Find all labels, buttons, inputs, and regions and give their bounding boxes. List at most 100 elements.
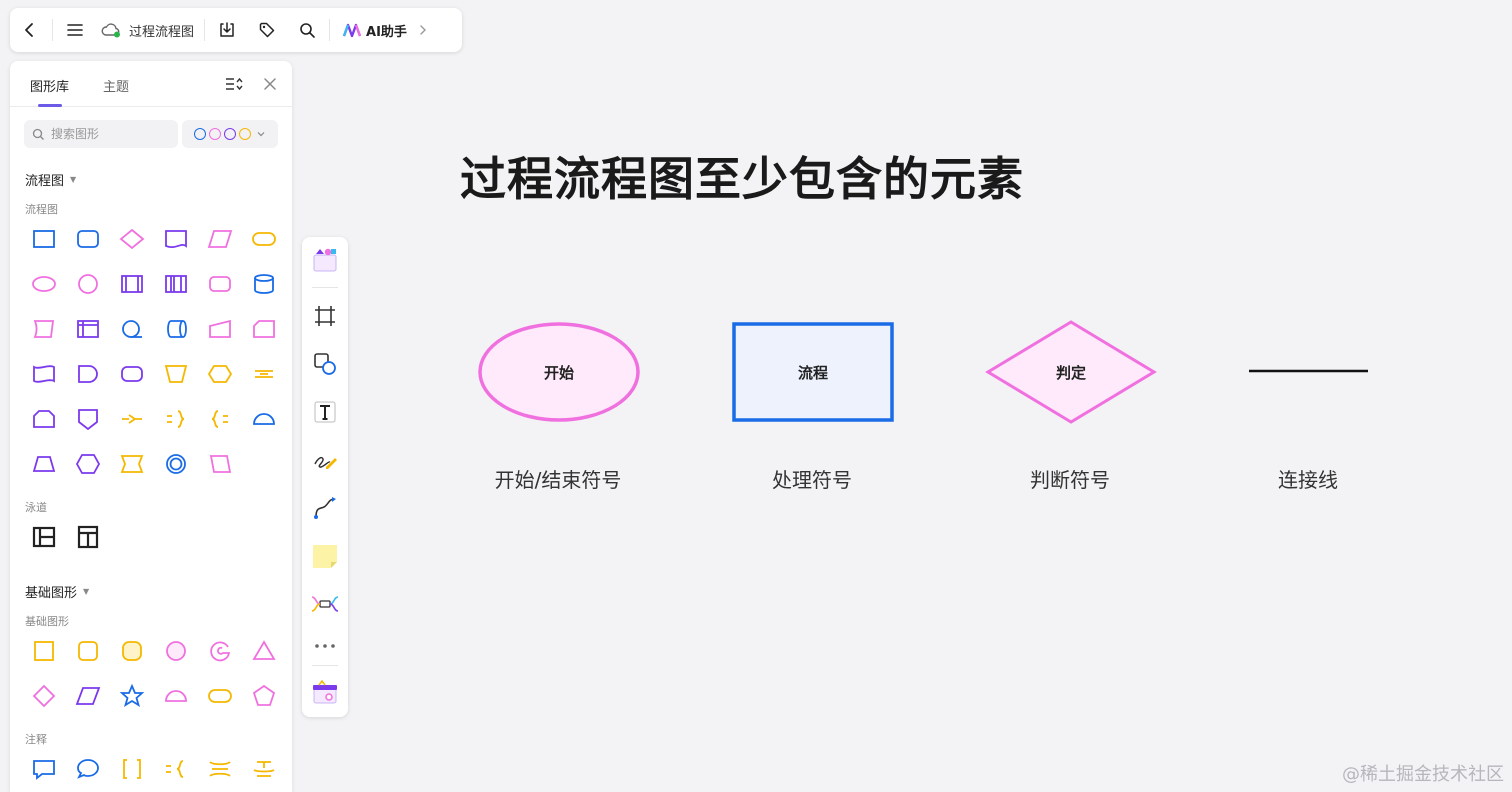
flowchart-shape-tape[interactable] bbox=[22, 351, 66, 396]
tab-theme[interactable]: 主题 bbox=[103, 76, 129, 95]
flowchart-shape-target-circle[interactable] bbox=[154, 441, 198, 486]
annotation-shape-speech-bubble-round[interactable] bbox=[66, 746, 110, 791]
basic-shape-capsule[interactable] bbox=[198, 673, 242, 718]
material-box-tool[interactable] bbox=[310, 677, 340, 707]
flowchart-shape-alternate-process[interactable] bbox=[198, 261, 242, 306]
start-end-caption[interactable]: 开始/结束符号 bbox=[478, 464, 638, 493]
flowchart-shape-delay[interactable] bbox=[66, 351, 110, 396]
flowchart-shape-half-circle[interactable] bbox=[242, 396, 286, 441]
color-theme-picker[interactable] bbox=[182, 120, 278, 148]
caret-down-icon: ▼ bbox=[70, 175, 77, 184]
decision-caption[interactable]: 判断符号 bbox=[990, 464, 1150, 493]
shape-search-input[interactable] bbox=[51, 127, 161, 141]
flowchart-shape-card[interactable] bbox=[242, 306, 286, 351]
basic-shape-triangle[interactable] bbox=[242, 628, 286, 673]
basic-shape-circle[interactable] bbox=[154, 628, 198, 673]
flowchart-shape-manual-input[interactable] bbox=[198, 306, 242, 351]
search-button[interactable] bbox=[287, 8, 327, 52]
basic-shape-square[interactable] bbox=[22, 628, 66, 673]
flowchart-shape-merge-arrow[interactable] bbox=[110, 396, 154, 441]
sticky-note-tool[interactable] bbox=[310, 541, 340, 571]
more-tools-button[interactable] bbox=[310, 631, 340, 661]
flowchart-shape-parallelogram[interactable] bbox=[198, 216, 242, 261]
flowchart-shape-bowtie[interactable] bbox=[110, 441, 154, 486]
basic-shape-diamond[interactable] bbox=[22, 673, 66, 718]
basic-shape-half-circle[interactable] bbox=[154, 673, 198, 718]
capsule-icon bbox=[208, 688, 232, 703]
text-tool[interactable] bbox=[310, 397, 340, 427]
frame-tool[interactable] bbox=[310, 301, 340, 331]
flowchart-shape-internal-storage[interactable] bbox=[66, 306, 110, 351]
parallelogram-icon bbox=[207, 229, 233, 248]
flowchart-shape-terminator[interactable] bbox=[242, 216, 286, 261]
basic-shape-parallelogram[interactable] bbox=[66, 673, 110, 718]
tab-shape-library[interactable]: 图形库 bbox=[30, 76, 69, 95]
subsection-swimlane: 泳道 bbox=[25, 501, 47, 514]
document-title[interactable]: 过程流程图 bbox=[95, 21, 202, 40]
cloud-saved-icon bbox=[101, 23, 120, 38]
flowchart-shape-display[interactable] bbox=[110, 351, 154, 396]
start-end-label[interactable]: 开始 bbox=[519, 362, 599, 383]
annotation-shape-speech-bubble-rect[interactable] bbox=[22, 746, 66, 791]
ai-assistant-button[interactable]: AI助手 bbox=[332, 21, 435, 40]
flowchart-shape-direct-data[interactable] bbox=[154, 306, 198, 351]
section-flowchart-header[interactable]: 流程图 ▼ bbox=[25, 170, 76, 189]
basic-shape-squircle[interactable] bbox=[110, 628, 154, 673]
pentagon-icon bbox=[252, 684, 276, 706]
flowchart-shape-manual-operation[interactable] bbox=[154, 351, 198, 396]
flowchart-shape-offpage-connector[interactable] bbox=[66, 396, 110, 441]
swimlane-shape-vertical-swimlane[interactable] bbox=[66, 514, 110, 559]
flowchart-shape-sequential-data[interactable] bbox=[110, 306, 154, 351]
flowchart-shape-annotation-lines[interactable] bbox=[242, 351, 286, 396]
tag-button[interactable] bbox=[247, 8, 287, 52]
flowchart-shape-document[interactable] bbox=[154, 216, 198, 261]
shape-tool[interactable] bbox=[310, 349, 340, 379]
process-caption[interactable]: 处理符号 bbox=[732, 464, 892, 493]
back-button[interactable] bbox=[10, 8, 50, 52]
canvas-title[interactable]: 过程流程图至少包含的元素 bbox=[460, 143, 1024, 209]
flowchart-shape-trapezoid[interactable] bbox=[22, 441, 66, 486]
flowchart-shape-skewed-rect[interactable] bbox=[198, 441, 242, 486]
flowchart-shape-loop-limit[interactable] bbox=[22, 396, 66, 441]
shape-search-box[interactable] bbox=[24, 120, 178, 148]
basic-shape-rounded-square[interactable] bbox=[66, 628, 110, 673]
decision-label[interactable]: 判定 bbox=[1031, 362, 1111, 383]
annotation-shape-brackets[interactable] bbox=[110, 746, 154, 791]
flowchart-shape-rounded-rectangle[interactable] bbox=[66, 216, 110, 261]
annotation-shape-bracket-lines[interactable] bbox=[198, 746, 242, 791]
connector-caption[interactable]: 连接线 bbox=[1228, 464, 1388, 493]
sticky-note-icon bbox=[313, 545, 337, 568]
section-basic-header[interactable]: 基础图形 ▼ bbox=[25, 582, 89, 601]
flowchart-shape-preparation[interactable] bbox=[198, 351, 242, 396]
flowchart-shape-predefined-process[interactable] bbox=[110, 261, 154, 306]
basic-shape-grid bbox=[22, 628, 286, 718]
flowchart-shape-diamond[interactable] bbox=[110, 216, 154, 261]
flowchart-shape-punched-tape[interactable] bbox=[22, 306, 66, 351]
flowchart-shape-brace-left[interactable] bbox=[198, 396, 242, 441]
process-label[interactable]: 流程 bbox=[773, 362, 853, 383]
flowchart-shape-hexagon[interactable] bbox=[66, 441, 110, 486]
connector-tool[interactable] bbox=[310, 493, 340, 523]
subsection-annotation: 注释 bbox=[25, 733, 47, 746]
flowchart-shape-multi-process[interactable] bbox=[154, 261, 198, 306]
flowchart-shape-brace-right[interactable] bbox=[154, 396, 198, 441]
mindmap-tool[interactable] bbox=[310, 589, 340, 619]
flowchart-shape-database[interactable] bbox=[242, 261, 286, 306]
annotation-shape-brace-annotation[interactable] bbox=[154, 746, 198, 791]
annotation-shape-callout-lines[interactable] bbox=[242, 746, 286, 791]
basic-shape-pentagon[interactable] bbox=[242, 673, 286, 718]
basic-shape-spiral[interactable] bbox=[198, 628, 242, 673]
basic-shape-star[interactable] bbox=[110, 673, 154, 718]
template-tool[interactable] bbox=[310, 245, 340, 275]
flowchart-shape-rectangle[interactable] bbox=[22, 216, 66, 261]
pen-tool[interactable] bbox=[310, 445, 340, 475]
menu-button[interactable] bbox=[55, 8, 95, 52]
sort-button[interactable] bbox=[224, 74, 244, 94]
swimlane-shape-horizontal-swimlane[interactable] bbox=[22, 514, 66, 559]
flowchart-shape-circle[interactable] bbox=[66, 261, 110, 306]
flowchart-shape-grid bbox=[22, 216, 286, 486]
loop-limit-icon bbox=[33, 409, 55, 428]
download-button[interactable] bbox=[207, 8, 247, 52]
close-panel-button[interactable] bbox=[260, 74, 280, 94]
flowchart-shape-ellipse[interactable] bbox=[22, 261, 66, 306]
